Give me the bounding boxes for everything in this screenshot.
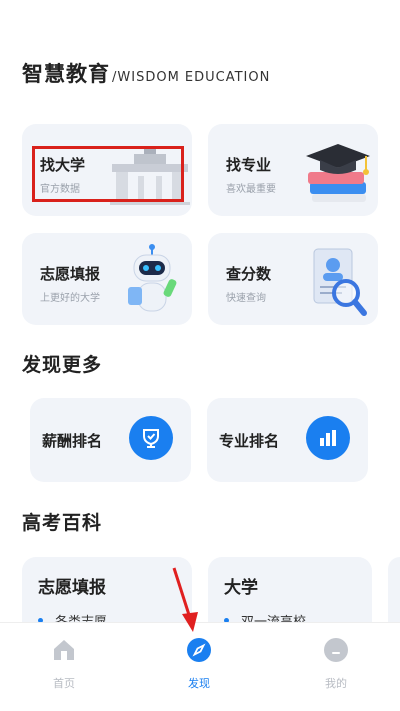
tab-home[interactable]: 首页 [24, 637, 104, 691]
find-major-card[interactable]: 找专业 喜欢最重要 [208, 124, 378, 216]
salary-ranking-card[interactable]: 薪酬排名 [30, 398, 191, 482]
application-title: 志愿填报 [40, 265, 101, 283]
ency-university-title: 大学 [224, 578, 258, 598]
document-magnifier-icon [313, 248, 367, 316]
bar-chart-icon [306, 416, 350, 460]
robot-icon [128, 244, 177, 312]
discover-more-title: 发现更多 [22, 354, 103, 376]
find-major-title: 找专业 [226, 156, 272, 174]
encyclopedia-title: 高考百科 [22, 512, 103, 534]
application-subtitle: 上更好的大学 [40, 293, 100, 304]
find-major-subtitle: 喜欢最重要 [226, 184, 276, 195]
major-ranking-card[interactable]: 专业排名 [207, 398, 368, 482]
graduation-cap-books-icon [306, 144, 370, 202]
tab-profile-label: 我的 [325, 677, 347, 690]
page-title: 智慧教育 [22, 62, 110, 86]
check-score-title: 查分数 [226, 265, 272, 283]
highlight-box [32, 146, 184, 202]
red-arrow-icon [172, 567, 198, 632]
profile-icon [324, 638, 348, 662]
trophy-shield-icon [129, 416, 173, 460]
tab-profile[interactable]: 我的 [296, 637, 376, 691]
tab-discover-label: 发现 [188, 677, 210, 690]
tab-home-label: 首页 [53, 677, 75, 690]
ency-application-title: 志愿填报 [38, 578, 106, 598]
home-icon [54, 640, 74, 660]
compass-icon [187, 638, 211, 662]
page-header: 智慧教育 /WISDOM EDUCATION [22, 58, 270, 88]
page-subtitle: /WISDOM EDUCATION [112, 70, 271, 85]
check-score-subtitle: 快速查询 [226, 293, 266, 304]
salary-ranking-label: 薪酬排名 [42, 432, 103, 450]
check-score-card[interactable]: 查分数 快速查询 [208, 233, 378, 325]
major-ranking-label: 专业排名 [219, 432, 280, 450]
tab-discover[interactable]: 发现 [159, 637, 239, 691]
application-card[interactable]: 志愿填报 上更好的大学 [22, 233, 192, 325]
